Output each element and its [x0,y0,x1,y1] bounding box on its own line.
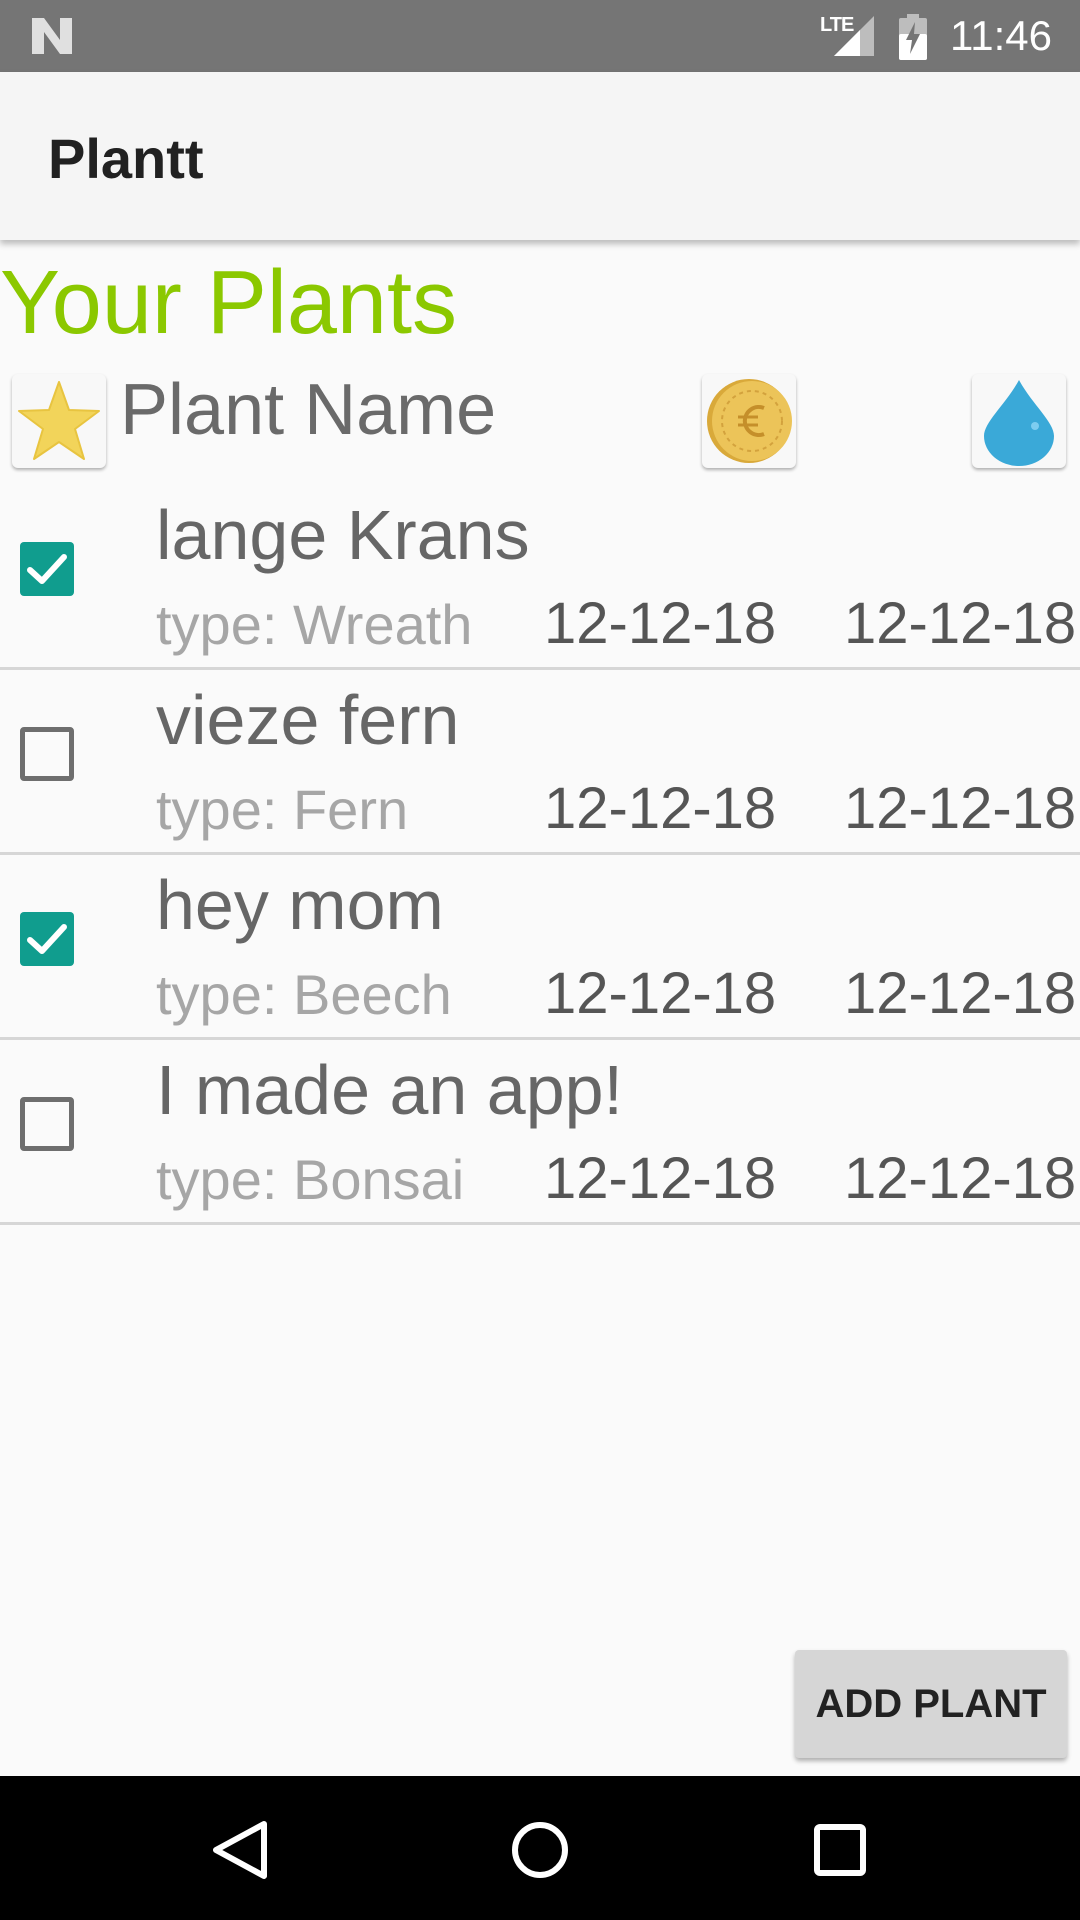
plant-water-date: 12-12-18 [844,1146,1077,1211]
clock: 11:46 [950,12,1052,59]
plant-name: hey mom [156,866,444,944]
add-plant-button[interactable]: ADD PLANT [795,1650,1067,1758]
network-type-label: LTE [820,14,854,36]
plant-type: type: Beech [156,963,452,1026]
app-bar: Plantt [0,72,1080,240]
plant-row[interactable]: vieze fern type: Fern 12-12-18 12-12-18 [0,667,1080,855]
app-title: Plantt [48,127,204,190]
plant-name-header: Plant Name [120,370,497,450]
checkmark-icon [27,554,67,584]
plant-water-date: 12-12-18 [844,591,1077,656]
water-drop-icon[interactable] [972,374,1066,468]
plant-name: I made an app! [156,1051,623,1129]
euro-coin-icon[interactable] [702,374,796,468]
plant-row[interactable]: I made an app! type: Bonsai 12-12-18 12-12-… [0,1037,1080,1225]
plant-name: lange Krans [156,496,530,574]
plant-name: vieze fern [156,681,460,759]
plant-checkbox[interactable] [20,912,74,966]
plant-checkbox[interactable] [20,727,74,781]
plant-row[interactable]: lange Krans type: Wreath 12-12-18 12-12-18 [0,482,1080,670]
plant-water-date: 12-12-18 [844,776,1077,841]
back-icon[interactable] [208,1818,272,1882]
plant-cost-date: 12-12-18 [544,1146,777,1211]
checkmark-icon [27,924,67,954]
plant-water-date: 12-12-18 [844,961,1077,1026]
plant-cost-date: 12-12-18 [544,591,777,656]
plant-cost-date: 12-12-18 [544,776,777,841]
home-icon[interactable] [508,1818,572,1882]
navigation-bar [0,1776,1080,1920]
battery-charging-icon [899,14,927,60]
plant-type: type: Bonsai [156,1148,465,1211]
plant-cost-date: 12-12-18 [544,961,777,1026]
plant-checkbox[interactable] [20,542,74,596]
plant-type: type: Wreath [156,593,473,656]
star-icon[interactable] [12,374,106,468]
plant-row[interactable]: hey mom type: Beech 12-12-18 12-12-18 [0,852,1080,1040]
android-n-icon [32,18,72,54]
section-title: Your Plants [0,253,457,353]
plant-type: type: Fern [156,778,409,841]
recents-icon[interactable] [808,1818,872,1882]
status-bar: LTE 11:46 [0,0,1080,72]
plant-checkbox[interactable] [20,1097,74,1151]
